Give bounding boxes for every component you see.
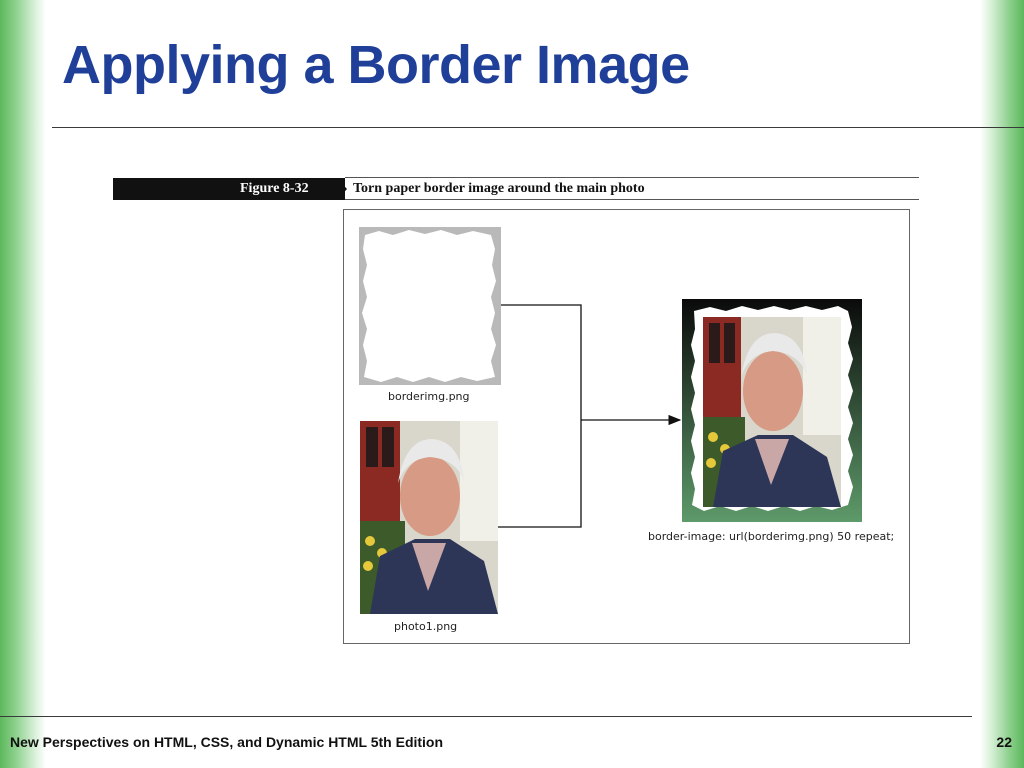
page-number: 22 xyxy=(996,734,1012,750)
figure-connector-lines xyxy=(498,304,682,528)
footer-book-title: New Perspectives on HTML, CSS, and Dynam… xyxy=(10,734,444,750)
connector-from-border xyxy=(501,304,582,420)
footer-divider xyxy=(0,716,972,717)
connector-from-photo xyxy=(498,420,582,528)
